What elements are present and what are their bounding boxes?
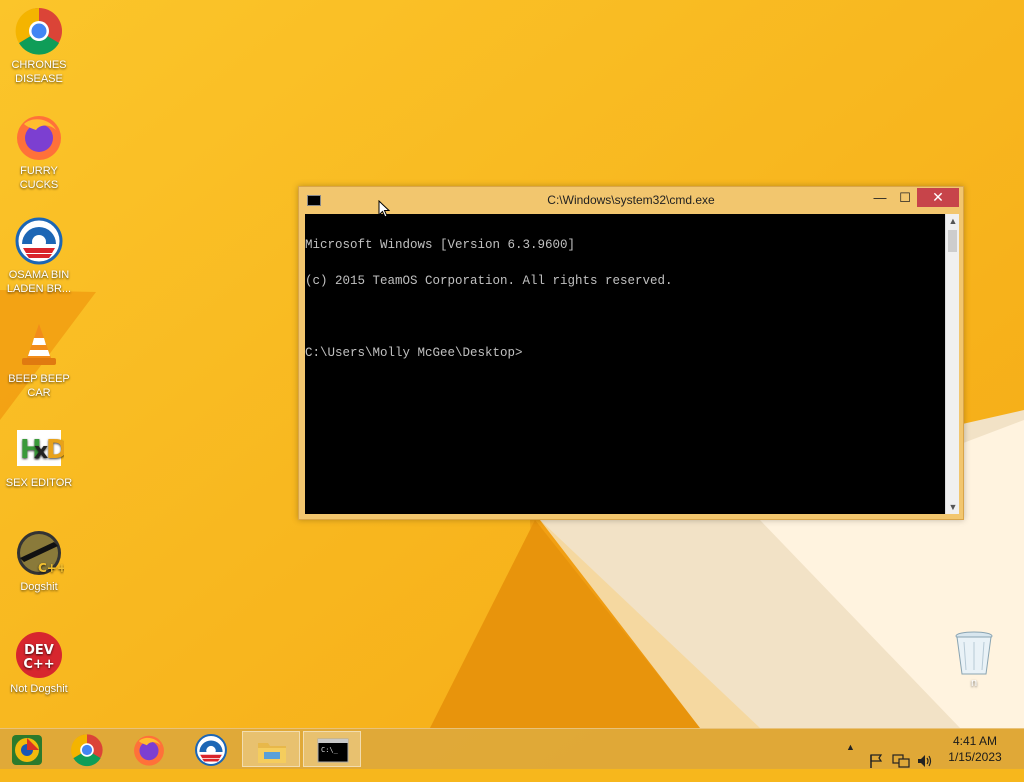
chrome-icon bbox=[71, 734, 103, 767]
desktop-icon-label: Not Dogshit bbox=[10, 683, 68, 695]
svg-text:C++: C++ bbox=[38, 561, 64, 575]
network-icon[interactable] bbox=[892, 741, 910, 781]
console-output[interactable]: Microsoft Windows [Version 6.3.9600] (c)… bbox=[305, 214, 945, 514]
mouse-cursor-icon bbox=[378, 200, 390, 218]
obama-logo-icon bbox=[195, 734, 227, 766]
scroll-down-icon[interactable]: ▼ bbox=[946, 500, 960, 514]
firefox-icon bbox=[134, 735, 164, 766]
desktop-icon-furry-cucks[interactable]: FURRY CUCKS bbox=[0, 112, 78, 192]
svg-text:D: D bbox=[46, 435, 64, 465]
devcpp-icon: DEV C++ bbox=[16, 632, 62, 678]
clock-date: 1/15/2023 bbox=[948, 750, 1002, 764]
console-line: (c) 2015 TeamOS Corporation. All rights … bbox=[305, 274, 673, 288]
vlc-cone-icon bbox=[22, 324, 56, 365]
cmd-icon: C:\_ bbox=[317, 738, 349, 763]
scroll-up-icon[interactable]: ▲ bbox=[946, 214, 960, 228]
desktop-icon-recycle-bin[interactable]: n bbox=[948, 630, 1000, 689]
console-prompt: C:\Users\Molly McGee\Desktop> bbox=[305, 346, 523, 360]
desktop-icon-dogshit[interactable]: C++ Dogshit bbox=[0, 528, 78, 594]
taskbar-obama[interactable] bbox=[182, 731, 238, 767]
cmd-titlebar[interactable]: C:\Windows\system32\cmd.exe — ☐ ✕ bbox=[299, 187, 963, 213]
hxd-icon: H x D bbox=[17, 430, 64, 466]
desktop-icon-not-dogshit[interactable]: DEV C++ Not Dogshit bbox=[0, 630, 78, 696]
console-line: Microsoft Windows [Version 6.3.9600] bbox=[305, 238, 576, 252]
firefox-icon bbox=[17, 116, 61, 160]
close-button[interactable]: ✕ bbox=[917, 188, 959, 207]
desktop-icon-label: CHRONES DISEASE bbox=[11, 59, 67, 85]
recycle-bin-icon bbox=[955, 631, 993, 675]
svg-text:DEV: DEV bbox=[24, 643, 54, 658]
desktop-icon-label: n bbox=[970, 677, 978, 689]
cmd-window[interactable]: C:\Windows\system32\cmd.exe — ☐ ✕ Micros… bbox=[298, 186, 964, 520]
svg-text:C:\_: C:\_ bbox=[321, 746, 339, 754]
action-center-flag-icon[interactable] bbox=[868, 741, 884, 781]
chrome-canary-icon bbox=[12, 735, 42, 765]
desktop-icon-label: OSAMA BIN LADEN BR... bbox=[6, 269, 72, 295]
file-explorer-icon bbox=[258, 743, 286, 763]
taskbar-chrome-canary[interactable] bbox=[0, 731, 56, 767]
desktop-icon-label: SEX EDITOR bbox=[5, 477, 73, 489]
taskbar: C:\_ ▲ 4:41 AM 1/15/2023 bbox=[0, 728, 1024, 769]
desktop-icon-sex-editor[interactable]: H x D SEX EDITOR bbox=[0, 424, 78, 490]
scroll-thumb[interactable] bbox=[948, 230, 957, 252]
maximize-button[interactable]: ☐ bbox=[892, 189, 918, 207]
minimize-button[interactable]: — bbox=[867, 189, 893, 207]
vertical-scrollbar[interactable]: ▲ ▼ bbox=[945, 214, 959, 514]
desktop-icon-osama[interactable]: OSAMA BIN LADEN BR... bbox=[0, 216, 78, 296]
taskbar-clock[interactable]: 4:41 AM 1/15/2023 bbox=[932, 733, 1018, 765]
clock-time: 4:41 AM bbox=[952, 734, 998, 748]
desktop-icon-beep-beep-car[interactable]: BEEP BEEP CAR bbox=[0, 320, 78, 400]
desktop-icon-label: Dogshit bbox=[20, 581, 58, 593]
taskbar-cmd[interactable]: C:\_ bbox=[303, 731, 361, 767]
show-hidden-icons-icon[interactable]: ▲ bbox=[846, 742, 855, 782]
window-title: C:\Windows\system32\cmd.exe bbox=[547, 193, 715, 207]
chrome-icon bbox=[15, 7, 62, 55]
taskbar-file-explorer[interactable] bbox=[242, 731, 300, 767]
desktop-icon-label: BEEP BEEP CAR bbox=[8, 373, 70, 399]
svg-text:C++: C++ bbox=[23, 657, 54, 672]
codeblocks-icon: C++ bbox=[17, 531, 64, 575]
taskbar-firefox[interactable] bbox=[120, 731, 176, 767]
taskbar-chrome[interactable] bbox=[58, 731, 114, 767]
obama-logo-icon bbox=[15, 217, 63, 265]
desktop-icon-label: FURRY CUCKS bbox=[19, 165, 59, 191]
desktop-icon-chrones-disease[interactable]: CHRONES DISEASE bbox=[0, 6, 78, 86]
